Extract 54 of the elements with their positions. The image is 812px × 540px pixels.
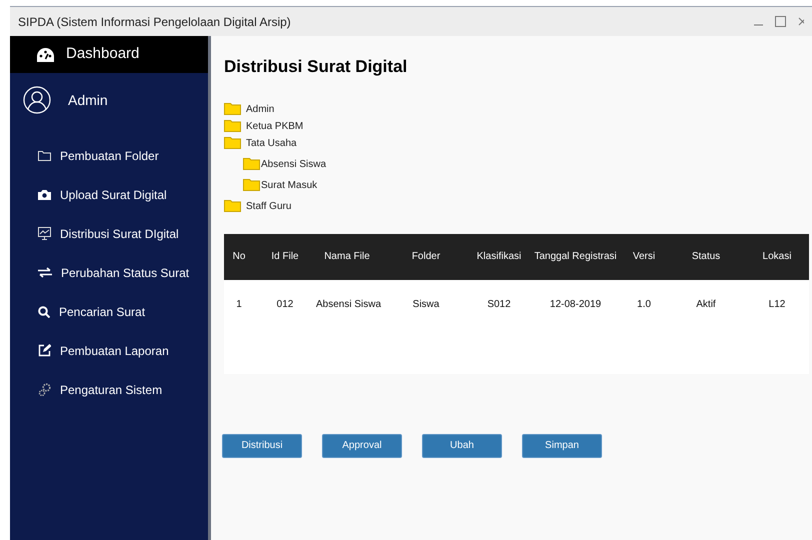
user-avatar-icon	[23, 86, 51, 114]
close-icon[interactable]	[798, 17, 804, 26]
sidebar-menu-item[interactable]: Pengaturan Sistem	[10, 370, 162, 409]
column-header: Tanggal Registrasi	[533, 250, 618, 264]
exchange-arrows-icon	[38, 267, 52, 278]
action-button[interactable]: Simpan	[522, 434, 602, 458]
user-name: Admin	[68, 90, 108, 110]
column-header: Folder	[410, 250, 442, 264]
sidebar-menu-item[interactable]: Distribusi Surat DIgital	[10, 214, 179, 253]
action-button[interactable]: Distribusi	[222, 434, 302, 458]
table-cell-text: L12	[768, 298, 786, 312]
folder-icon	[224, 200, 241, 212]
column-header: Lokasi	[762, 250, 792, 264]
gears-icon	[38, 383, 51, 396]
edit-icon	[38, 344, 51, 357]
table-cell-text: 1.0	[636, 298, 652, 312]
sidebar-menu-item[interactable]: Pembuatan Laporan	[10, 331, 169, 370]
folder-icon	[224, 136, 241, 148]
table-cell-text: Aktif	[695, 298, 717, 312]
page-title: Distribusi Surat Digital	[224, 56, 408, 78]
dashboard-gauge-icon	[37, 48, 54, 62]
folder-tree-item[interactable]: Ketua PKBM	[224, 114, 304, 132]
folder-icon	[224, 120, 241, 132]
column-header: Versi	[632, 250, 656, 264]
action-button[interactable]: Ubah	[422, 434, 502, 458]
folder-icon	[224, 102, 241, 114]
sidebar-menu-item[interactable]: Pencarian Surat	[10, 292, 146, 331]
sidebar-menu-item[interactable]: Perubahan Status Surat	[10, 253, 190, 292]
folder-tree-item[interactable]: Absensi Siswa	[243, 148, 326, 170]
window-title: SIPDA (Sistem Informasi Pengelolaan Digital Arsip)	[18, 14, 291, 30]
folder-icon	[243, 178, 260, 190]
table-cell-text: 012	[276, 298, 294, 312]
column-header: Status	[690, 250, 722, 264]
column-header: Klasifikasi	[476, 250, 522, 264]
folder-tree-item[interactable]: Surat Masuk	[243, 170, 318, 190]
table-cell-text: S012	[486, 298, 512, 312]
dashboard-header[interactable]: Dashboard	[10, 36, 208, 73]
folder-tree-item[interactable]: Staff Guru	[224, 194, 292, 212]
column-header: Id File	[270, 250, 300, 264]
folder-tree-item[interactable]: Tata Usaha	[224, 132, 297, 148]
table-cell-text: 12-08-2019	[548, 298, 602, 312]
table-cell-text: 1	[235, 298, 243, 312]
presentation-chart-icon	[38, 227, 51, 240]
action-button[interactable]: Approval	[322, 434, 402, 458]
search-icon	[38, 306, 50, 318]
folder-icon	[38, 150, 51, 161]
camera-icon	[38, 189, 51, 200]
sidebar-menu-item[interactable]: Pembuatan Folder	[10, 136, 159, 175]
maximize-icon[interactable]	[775, 16, 786, 27]
folder-tree-item[interactable]: Admin	[224, 98, 274, 114]
column-header: No	[232, 250, 246, 264]
column-header: Nama File	[323, 250, 371, 264]
sidebar-menu-item[interactable]: Upload Surat Digital	[10, 175, 167, 214]
folder-icon	[243, 158, 260, 170]
